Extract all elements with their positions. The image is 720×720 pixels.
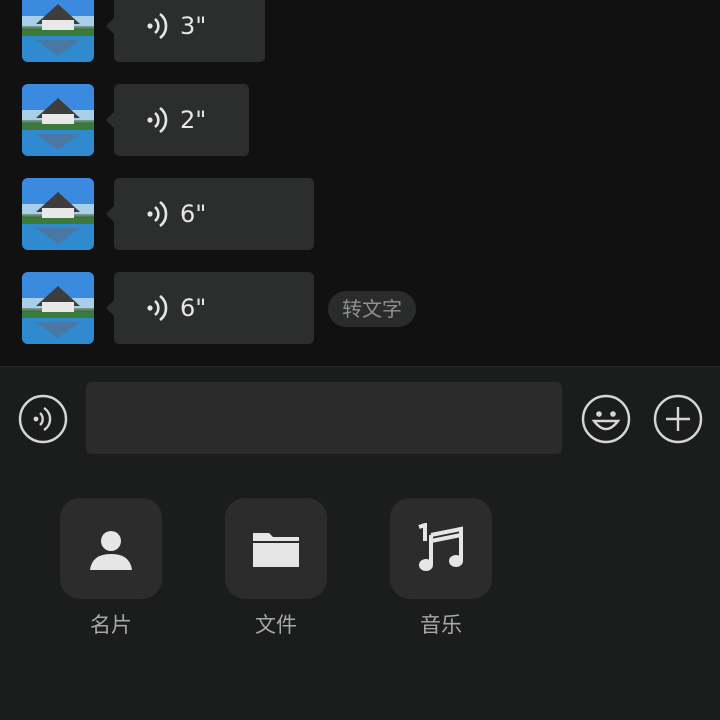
voice-bubble[interactable]: 3" (106, 0, 265, 62)
tool-tile[interactable] (390, 498, 492, 599)
folder-icon (253, 532, 299, 567)
voice-message-row: 3" (0, 0, 720, 62)
voice-duration: 2" (180, 106, 207, 134)
chat-area: 3" 2" 6" 6" 转文字 (0, 0, 720, 366)
person-card-icon (90, 530, 132, 570)
emoji-icon[interactable] (580, 393, 632, 445)
voice-bubble[interactable]: 6" (106, 178, 314, 250)
voice-message-row: 2" (0, 84, 720, 156)
add-more-icon[interactable] (652, 393, 704, 445)
input-bar (0, 366, 720, 471)
more-panel: 名片 文件 音乐 (0, 470, 720, 720)
voice-wave-icon (147, 294, 168, 322)
tool-tile[interactable] (225, 498, 327, 599)
music-note-icon (418, 522, 463, 571)
voice-duration: 6" (180, 294, 207, 322)
avatar[interactable] (22, 178, 94, 250)
avatar[interactable] (22, 0, 94, 62)
voice-duration: 6" (180, 200, 207, 228)
voice-message-row: 6" 转文字 (0, 272, 720, 344)
voice-wave-icon (147, 200, 168, 228)
avatar[interactable] (22, 272, 94, 344)
tool-label: 音乐 (420, 613, 462, 637)
tool-music[interactable]: 音乐 (390, 498, 492, 639)
avatar[interactable] (22, 84, 94, 156)
message-input[interactable] (86, 382, 562, 454)
tool-contact-card[interactable]: 名片 (60, 498, 162, 639)
voice-duration: 3" (180, 12, 207, 40)
tool-label: 名片 (90, 613, 132, 637)
voice-input-icon[interactable] (18, 394, 68, 444)
voice-wave-icon (147, 106, 168, 134)
voice-bubble[interactable]: 2" (106, 84, 249, 156)
voice-bubble[interactable]: 6" (106, 272, 314, 344)
tool-label: 文件 (255, 613, 297, 637)
tool-tile[interactable] (60, 498, 162, 599)
voice-wave-icon (147, 12, 168, 40)
convert-to-text-button[interactable]: 转文字 (328, 291, 416, 327)
tool-file[interactable]: 文件 (225, 498, 327, 639)
voice-message-row: 6" (0, 178, 720, 250)
